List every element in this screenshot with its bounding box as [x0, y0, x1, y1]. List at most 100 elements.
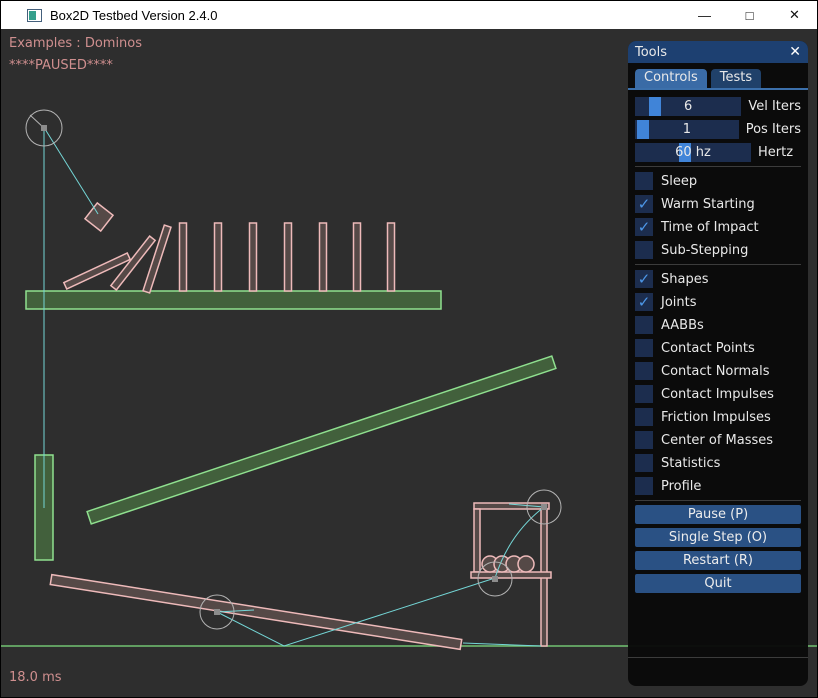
restart-r-button[interactable]: Restart (R)	[635, 551, 801, 570]
ball	[518, 556, 534, 572]
check-row-contact-points: Contact Points	[635, 339, 801, 357]
contact-impulses-checkbox[interactable]	[635, 385, 653, 403]
sub-stepping-checkbox[interactable]	[635, 241, 653, 259]
profile-label: Profile	[661, 479, 701, 494]
example-title: Examples : Dominos	[9, 36, 142, 51]
seesaw-plank	[50, 575, 461, 650]
separator	[635, 500, 801, 501]
separator	[635, 166, 801, 167]
check-row-center-of-masses: Center of Masses	[635, 431, 801, 449]
center-of-masses-checkbox[interactable]	[635, 431, 653, 449]
quit-button[interactable]: Quit	[635, 574, 801, 593]
vel-iters-slider-value: 6	[635, 97, 741, 116]
sub-stepping-label: Sub-Stepping	[661, 243, 748, 258]
hertz-slider[interactable]: 60 hz	[635, 143, 751, 162]
sleep-checkbox[interactable]	[635, 172, 653, 190]
check-row-warm-starting: ✓ Warm Starting	[635, 195, 801, 213]
tools-panel-header[interactable]: Tools ✕	[628, 41, 808, 63]
slider-row-hertz: 60 hz Hertz	[635, 143, 801, 162]
check-row-contact-impulses: Contact Impulses	[635, 385, 801, 403]
simulation-canvas[interactable]: Examples : Dominos ****PAUSED**** 18.0 m…	[1, 29, 817, 696]
check-row-friction-impulses: Friction Impulses	[635, 408, 801, 426]
friction-impulses-checkbox[interactable]	[635, 408, 653, 426]
domino	[285, 223, 292, 291]
check-row-sub-stepping: Sub-Stepping	[635, 241, 801, 259]
time-of-impact-checkbox[interactable]: ✓	[635, 218, 653, 236]
shapes-label: Shapes	[661, 272, 708, 287]
title-bar: Box2D Testbed Version 2.4.0 — □ ✕	[1, 1, 817, 29]
single-step-o-button[interactable]: Single Step (O)	[635, 528, 801, 547]
domino	[354, 223, 361, 291]
sim-option-checkboxes: Sleep ✓ Warm Starting ✓ Time of Impact Sub-St…	[635, 172, 801, 259]
pause-p-button[interactable]: Pause (P)	[635, 505, 801, 524]
contact-normals-checkbox[interactable]	[635, 362, 653, 380]
joint-line	[45, 129, 98, 214]
time-of-impact-label: Time of Impact	[661, 220, 759, 235]
domino	[388, 223, 395, 291]
slider-row-vel-iters: 6 Vel Iters	[635, 97, 801, 116]
panel-body: 6 Vel Iters 1 Pos Iters 60 hz Hertz Sleep ✓ War…	[628, 90, 808, 593]
sleep-label: Sleep	[661, 174, 697, 189]
shapes-checkbox[interactable]: ✓	[635, 270, 653, 288]
joints-checkbox[interactable]: ✓	[635, 293, 653, 311]
window-title: Box2D Testbed Version 2.4.0	[50, 8, 682, 23]
tools-panel: Tools ✕ ControlsTests 6 Vel Iters 1 Pos Ite…	[628, 41, 808, 686]
joints-label: Joints	[661, 295, 697, 310]
hertz-slider-value: 60 hz	[635, 143, 751, 162]
vel-iters-label: Vel Iters	[748, 99, 801, 114]
center-of-masses-label: Center of Masses	[661, 433, 773, 448]
frame-left-post	[474, 509, 480, 572]
slider-section: 6 Vel Iters 1 Pos Iters 60 hz Hertz	[635, 97, 801, 162]
sloped-beam	[87, 356, 556, 524]
check-row-contact-normals: Contact Normals	[635, 362, 801, 380]
pos-iters-slider-value: 1	[635, 120, 739, 139]
app-icon	[27, 9, 42, 22]
check-row-aabbs: AABBs	[635, 316, 801, 334]
window-controls: — □ ✕	[682, 1, 817, 29]
check-row-sleep: Sleep	[635, 172, 801, 190]
check-row-joints: ✓ Joints	[635, 293, 801, 311]
domino-platform	[26, 291, 441, 309]
pos-iters-slider[interactable]: 1	[635, 120, 739, 139]
statistics-checkbox[interactable]	[635, 454, 653, 472]
hertz-label: Hertz	[758, 145, 793, 160]
contact-impulses-label: Contact Impulses	[661, 387, 774, 402]
aabbs-checkbox[interactable]	[635, 316, 653, 334]
app-window: Box2D Testbed Version 2.4.0 — □ ✕	[0, 0, 818, 698]
swinging-box	[85, 203, 113, 231]
domino	[180, 223, 187, 291]
maximize-button[interactable]: □	[727, 1, 772, 29]
dynamic-bodies	[50, 203, 551, 649]
pos-iters-label: Pos Iters	[746, 122, 801, 137]
pivot-centers	[41, 125, 547, 615]
check-row-statistics: Statistics	[635, 454, 801, 472]
minimize-button[interactable]: —	[682, 1, 727, 29]
vel-iters-slider[interactable]: 6	[635, 97, 741, 116]
profile-checkbox[interactable]	[635, 477, 653, 495]
fallen-domino	[143, 225, 171, 293]
contact-points-label: Contact Points	[661, 341, 755, 356]
separator	[635, 264, 801, 265]
action-buttons: Pause (P) Single Step (O) Restart (R) Quit	[635, 505, 801, 593]
frame-time: 18.0 ms	[9, 670, 62, 685]
separator	[628, 657, 808, 658]
warm-starting-label: Warm Starting	[661, 197, 755, 212]
contact-points-checkbox[interactable]	[635, 339, 653, 357]
check-row-profile: Profile	[635, 477, 801, 495]
statistics-label: Statistics	[661, 456, 720, 471]
warm-starting-checkbox[interactable]: ✓	[635, 195, 653, 213]
domino	[215, 223, 222, 291]
tab-tests[interactable]: Tests	[711, 69, 761, 88]
close-button[interactable]: ✕	[772, 1, 817, 29]
paused-status: ****PAUSED****	[9, 58, 113, 73]
tab-strip: ControlsTests	[628, 63, 808, 90]
tab-controls[interactable]: Controls	[635, 69, 707, 88]
aabbs-label: AABBs	[661, 318, 704, 333]
panel-close-icon[interactable]: ✕	[789, 45, 801, 59]
contact-normals-label: Contact Normals	[661, 364, 770, 379]
check-row-shapes: ✓ Shapes	[635, 270, 801, 288]
tools-panel-title: Tools	[635, 45, 667, 60]
check-row-time-of-impact: ✓ Time of Impact	[635, 218, 801, 236]
friction-impulses-label: Friction Impulses	[661, 410, 771, 425]
domino	[320, 223, 327, 291]
